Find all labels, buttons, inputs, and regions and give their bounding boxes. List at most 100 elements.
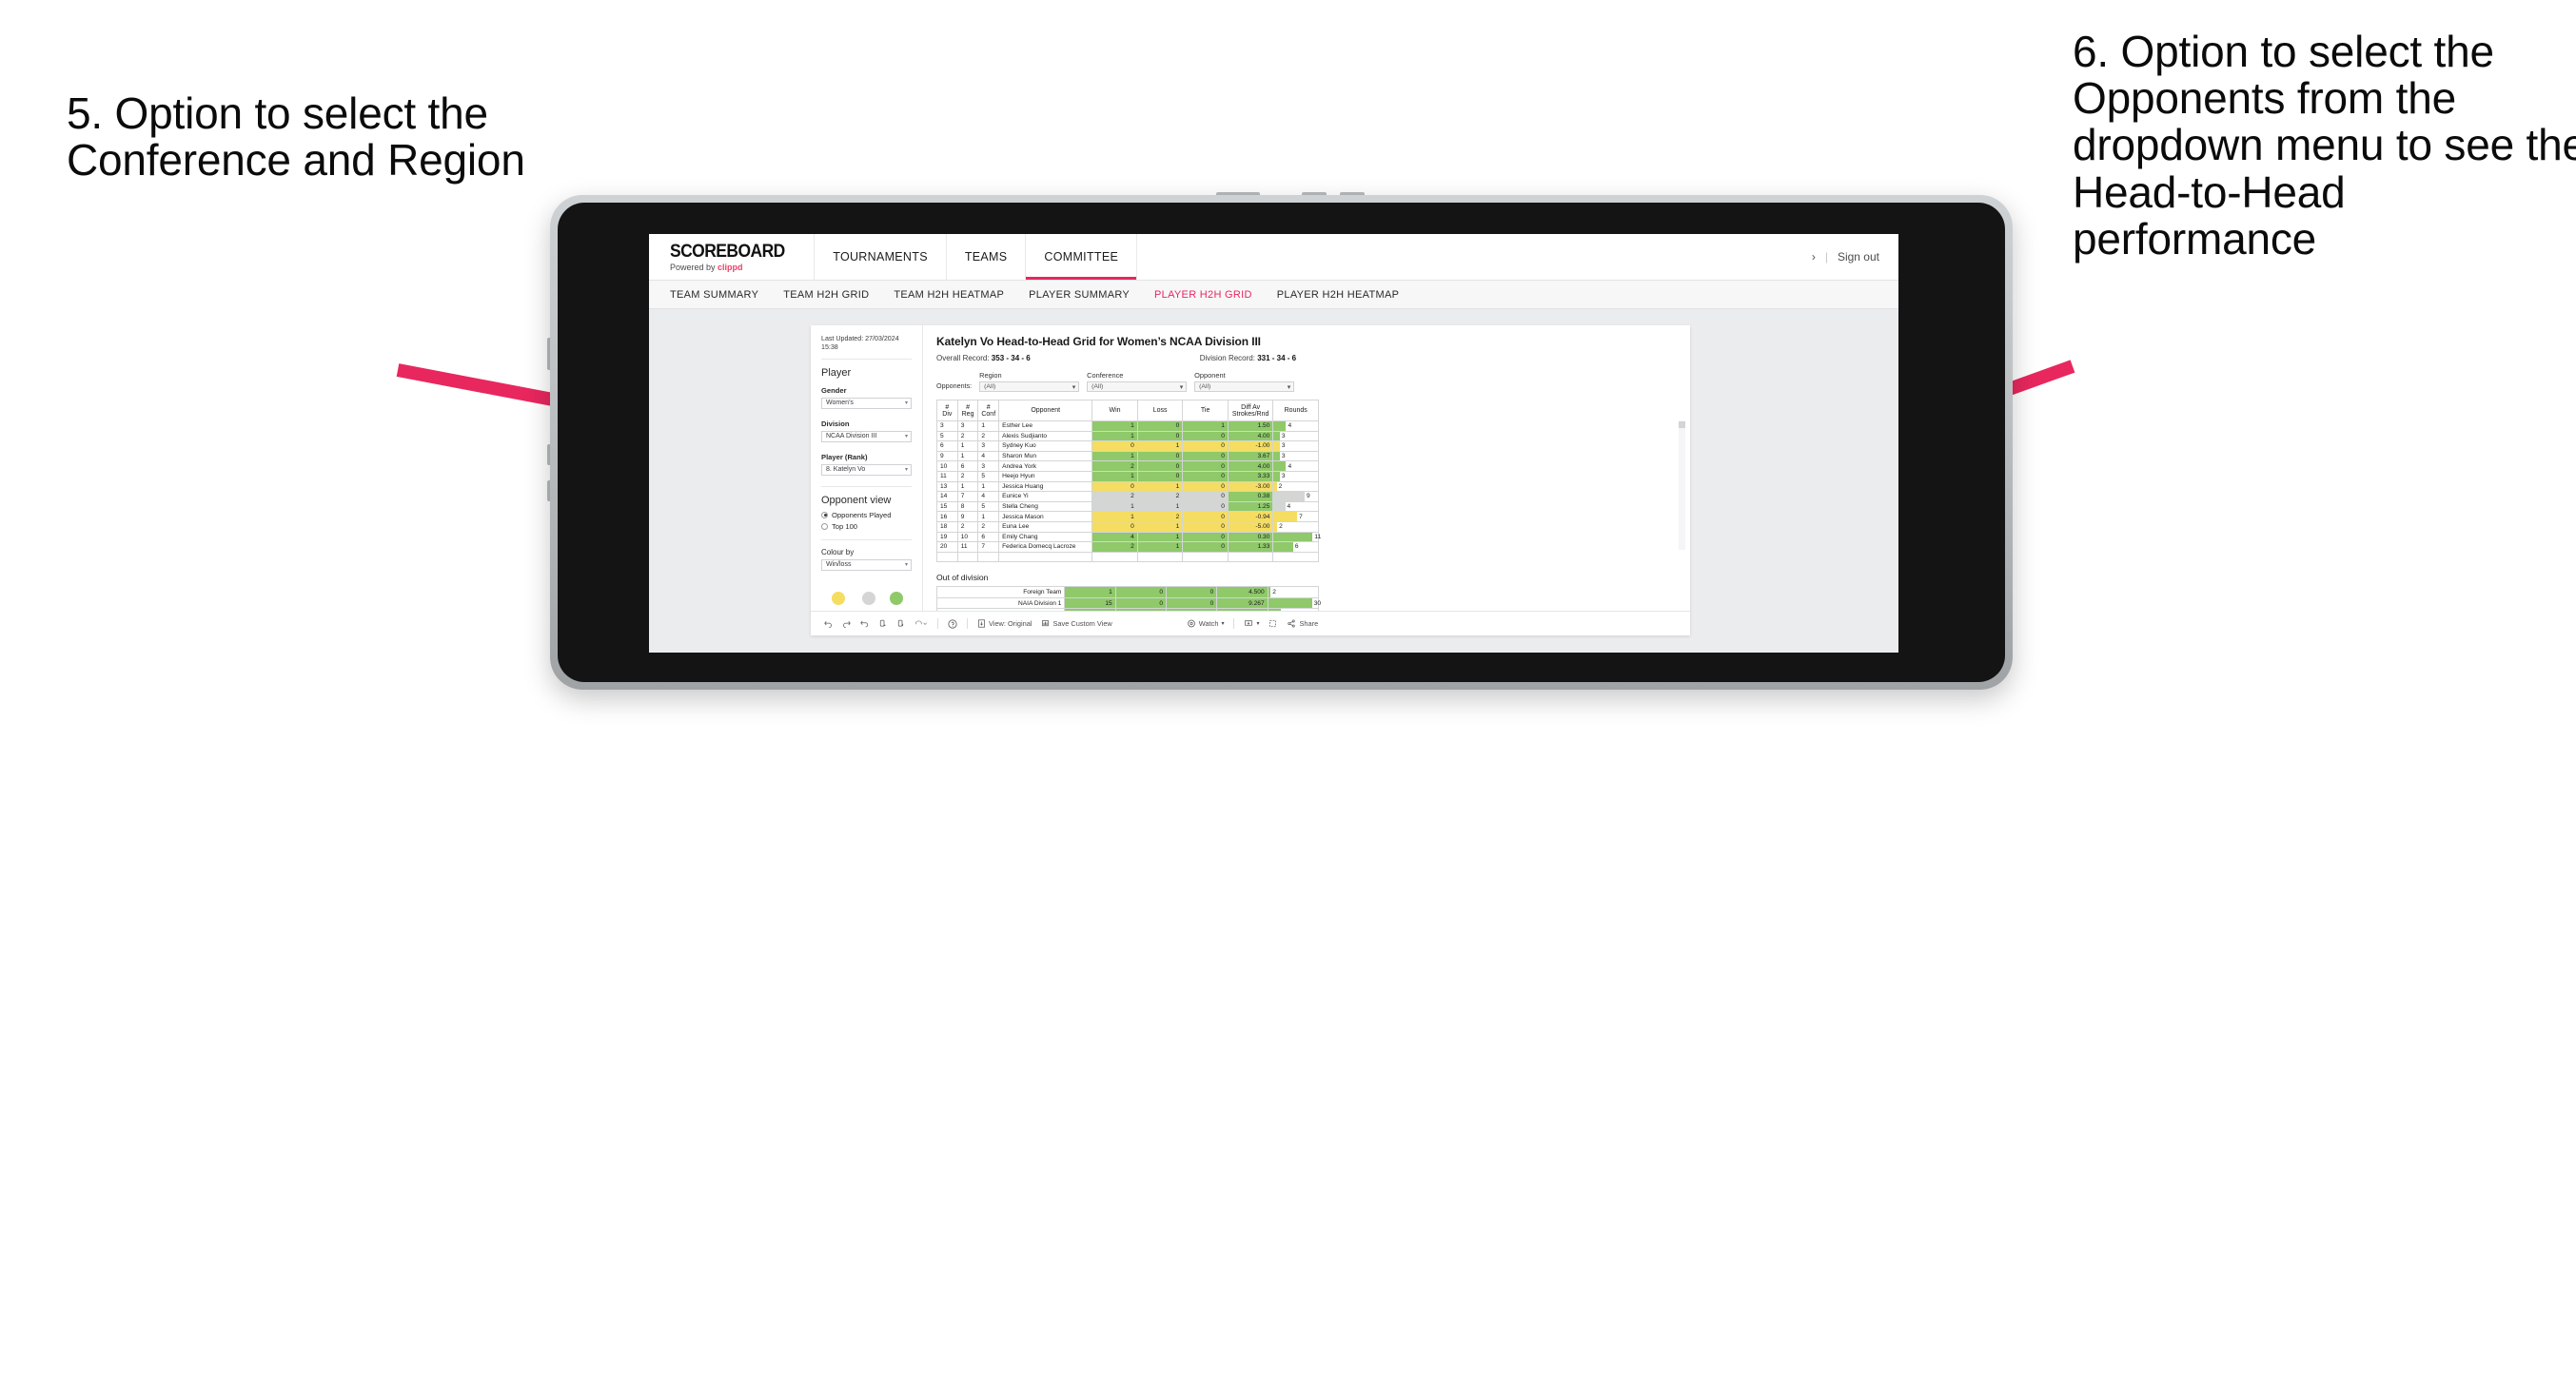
col-div[interactable]: # Div — [936, 400, 958, 421]
cell-empty — [956, 551, 979, 563]
tab-team-summary[interactable]: TEAM SUMMARY — [670, 289, 758, 301]
tab-player-h2h-grid[interactable]: PLAYER H2H GRID — [1154, 289, 1252, 301]
gender-select[interactable]: Women’s ▾ — [821, 397, 912, 409]
col-conf[interactable]: # Conf — [977, 400, 1000, 421]
rounds-value: 3 — [1281, 453, 1286, 460]
table-row[interactable]: 18 2 2 Euna Lee 0 1 0 -5.00 2 — [936, 520, 1319, 533]
cell-reg: 1 — [956, 450, 979, 462]
opponent-view-heading: Opponent view — [821, 494, 892, 506]
legend-swatch-up — [890, 591, 904, 605]
opponent-filter-label: Opponent — [1194, 371, 1226, 380]
region-filter-select[interactable]: (All) ▾ — [979, 381, 1080, 392]
cell-tie: 0 — [1182, 500, 1229, 513]
table-row[interactable]: 15 8 5 Stella Cheng 1 1 0 1.25 4 — [936, 500, 1319, 513]
tab-player-h2h-heatmap[interactable]: PLAYER H2H HEATMAP — [1277, 289, 1399, 301]
division-label: Division — [821, 419, 850, 428]
cell-win: 1 — [1091, 511, 1138, 522]
legend-swatch-down — [832, 591, 846, 605]
sign-out-link[interactable]: Sign out — [1838, 250, 1879, 264]
brand-logo[interactable]: SCOREBOARD Powered by clippd — [649, 234, 816, 280]
rounds-bar — [1273, 421, 1287, 431]
table-row[interactable]: 16 9 1 Jessica Mason 1 2 0 -0.94 7 — [936, 511, 1319, 522]
colour-by-field: Colour by Win/loss ▾ — [821, 548, 912, 571]
col-win[interactable]: Win — [1091, 400, 1138, 421]
out-of-division-row[interactable]: NAIA Division 1 15 0 0 9.267 30 — [935, 596, 1321, 610]
table-row[interactable]: 13 1 1 Jessica Huang 0 1 0 -3.00 2 — [936, 480, 1319, 493]
cell-empty — [936, 551, 958, 563]
legend-item-up: Up — [890, 591, 904, 611]
rounds-value: 10 — [1281, 609, 1289, 611]
cell-tie: 0 — [1182, 460, 1229, 472]
grid-scrollbar-thumb[interactable] — [1679, 421, 1685, 428]
fullscreen-button[interactable] — [1268, 619, 1277, 628]
share-button[interactable]: Share — [1287, 619, 1318, 628]
cell-rounds: 3 — [1272, 440, 1319, 452]
table-row[interactable]: 14 7 4 Eunice Yi 2 2 0 0.38 9 — [936, 491, 1319, 502]
rounds-value: 7 — [1299, 513, 1303, 520]
tab-team-h2h-grid[interactable]: TEAM H2H GRID — [783, 289, 869, 301]
col-opponent[interactable]: Opponent — [998, 400, 1093, 421]
out-of-division-row[interactable]: Foreign Team 1 0 0 4.500 2 — [935, 586, 1320, 598]
cell-rounds: 9 — [1272, 491, 1319, 502]
table-row[interactable]: 10 6 3 Andrea York 2 0 0 4.00 4 — [936, 460, 1319, 472]
col-tie[interactable]: Tie — [1182, 400, 1229, 421]
alerts-dropdown-icon[interactable] — [914, 619, 928, 628]
cell-div: 15 — [936, 500, 958, 513]
table-row[interactable]: 3 3 1 Esther Lee 1 0 1 1.50 4 — [936, 420, 1319, 432]
cell-win: 1 — [1091, 430, 1138, 442]
cell-opponent: Esther Lee — [998, 420, 1093, 432]
table-row[interactable]: 19 10 6 Emily Chang 4 1 0 0.30 11 — [936, 531, 1321, 543]
watch-button[interactable]: Watch ▾ — [1187, 619, 1224, 628]
radio-top-100[interactable]: Top 100 — [821, 522, 912, 531]
chevron-down-icon: ▾ — [904, 467, 908, 474]
table-row[interactable]: 20 11 7 Federica Domecq Lacroze 2 1 0 1.33 6 — [936, 541, 1319, 553]
save-custom-view-button[interactable]: Save Custom View — [1041, 619, 1112, 628]
cell-reg: 1 — [956, 440, 979, 452]
dashboard-body: Last Updated: 27/03/2024 15:38 Player Ge… — [811, 325, 1690, 611]
cell-tie: 0 — [1182, 520, 1229, 533]
refresh-icon[interactable] — [878, 619, 887, 628]
tab-team-h2h-heatmap[interactable]: TEAM H2H HEATMAP — [894, 289, 1004, 301]
col-loss[interactable]: Loss — [1136, 400, 1184, 421]
help-icon[interactable] — [948, 618, 957, 629]
revert-icon[interactable] — [860, 619, 869, 628]
cell-opponent: Jessica Mason — [998, 511, 1093, 522]
cell-conf: 1 — [977, 511, 1000, 522]
table-row[interactable]: 9 1 4 Sharon Mun 1 0 0 3.67 3 — [936, 450, 1319, 462]
nav-item-tournaments[interactable]: TOURNAMENTS — [815, 234, 947, 280]
table-row[interactable]: 5 2 2 Alexis Sudjianto 1 0 0 4.00 3 — [936, 430, 1319, 442]
share-label: Share — [1299, 619, 1319, 628]
nav-item-committee[interactable]: COMMITTEE — [1026, 234, 1138, 280]
table-row[interactable]: 11 2 5 Heejo Hyun 1 0 0 3.33 3 — [936, 470, 1319, 482]
col-rounds[interactable]: Rounds — [1272, 400, 1319, 421]
tab-player-summary[interactable]: PLAYER SUMMARY — [1029, 289, 1130, 301]
colour-by-select[interactable]: Win/loss ▾ — [821, 558, 912, 571]
download-button[interactable]: ▾ — [1244, 619, 1259, 628]
cell-diff: 4.00 — [1227, 430, 1274, 442]
table-row[interactable]: 6 1 3 Sydney Kuo 0 1 0 -1.00 3 — [936, 440, 1319, 452]
conference-filter-select[interactable]: (All) ▾ — [1087, 381, 1188, 392]
undo-icon[interactable] — [824, 619, 833, 628]
player-rank-label: Player (Rank) — [821, 452, 868, 461]
grid-scrollbar-track[interactable] — [1679, 420, 1685, 550]
nav-item-teams[interactable]: TEAMS — [947, 234, 1027, 280]
col-diff-av-strokes[interactable]: Diff Av Strokes/Rnd — [1227, 400, 1274, 421]
cell-loss: 0 — [1136, 450, 1184, 462]
opponent-filter-select[interactable]: (All) ▾ — [1194, 381, 1295, 392]
radio-opponents-played[interactable]: Opponents Played — [821, 511, 912, 519]
division-select[interactable]: NCAA Division III ▾ — [821, 430, 912, 442]
player-rank-select[interactable]: 8. Katelyn Vo ▾ — [821, 463, 912, 476]
pause-icon[interactable] — [896, 619, 905, 628]
out-of-division-row[interactable]: NCAA Division 25007.40010 — [935, 608, 1320, 611]
cell-win: 4 — [1091, 531, 1138, 543]
cell-div: 20 — [936, 541, 958, 553]
toolbar-divider-1 — [937, 618, 938, 629]
chevron-down-icon: ▾ — [904, 562, 908, 569]
chevron-right-icon[interactable]: › — [1812, 250, 1816, 264]
col-reg[interactable]: # Reg — [956, 400, 979, 421]
cell-win: 2 — [1091, 491, 1138, 502]
view-original-button[interactable]: View: Original — [977, 619, 1032, 628]
redo-icon[interactable] — [842, 619, 851, 628]
sidebar-divider-3 — [821, 538, 912, 540]
cell-div: 13 — [936, 480, 958, 493]
